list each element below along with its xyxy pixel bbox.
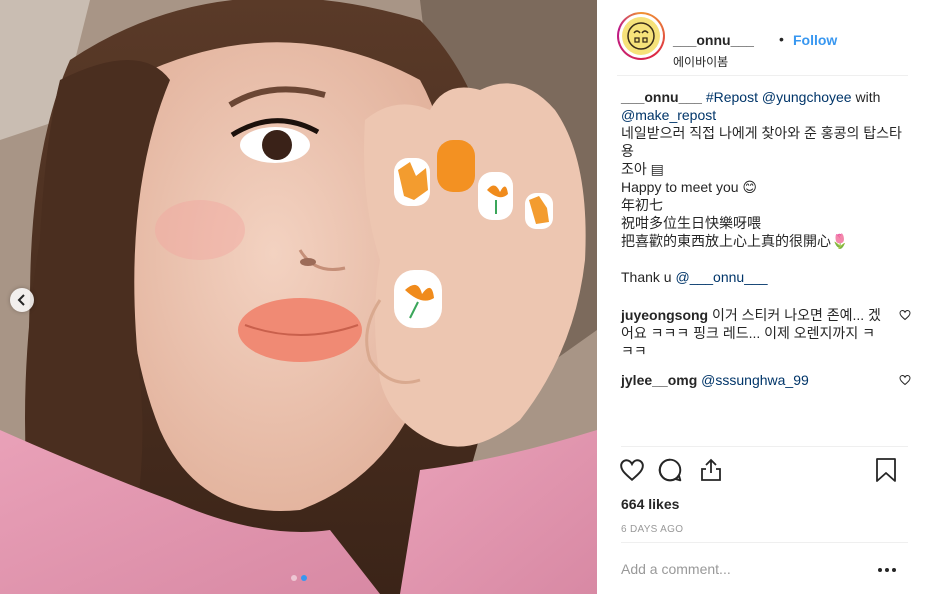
more-options-button[interactable] <box>878 561 898 579</box>
location-link[interactable]: 에이바이봄 <box>673 53 728 70</box>
comment-username[interactable]: jylee__omg <box>621 372 697 388</box>
header-username[interactable]: ___onnu___ <box>673 32 754 48</box>
caption-hashtag[interactable]: #Repost <box>706 89 758 105</box>
follow-button[interactable]: Follow <box>793 32 837 48</box>
caption-line: 祝咁多位生日快樂呀喂 <box>621 215 761 231</box>
likes-count[interactable]: 664 likes <box>621 496 679 512</box>
comment-mention[interactable]: @sssunghwa_99 <box>701 372 809 388</box>
chevron-left-icon <box>17 294 25 306</box>
comment-like-icon[interactable] <box>899 309 911 321</box>
caption-line: 조아 ▤ <box>621 161 664 177</box>
caption-line: Happy to meet you 😊 <box>621 179 757 195</box>
divider <box>621 446 908 447</box>
caption-thanks-text: Thank u <box>621 269 672 285</box>
post-caption: ___onnu___ #Repost @yungchoyee with @mak… <box>621 88 911 286</box>
caption-mention[interactable]: @___onnu___ <box>675 269 767 285</box>
post-photo[interactable] <box>0 0 597 594</box>
divider <box>621 542 908 543</box>
caption-line: 네일받으러 직접 나에게 찾아와 준 홍콩의 탑스타 용 <box>621 125 902 159</box>
comment-item: jylee__omg @sssunghwa_99 <box>621 371 911 389</box>
carousel-dot-active <box>300 575 307 581</box>
carousel-indicator <box>0 575 597 581</box>
post-details-panel: ___onnu___ • Follow 에이바이봄 ___onnu___ #Re… <box>597 0 930 594</box>
comment-username[interactable]: juyeongsong <box>621 307 708 323</box>
caption-with-text: with <box>855 89 881 105</box>
caption-line: 年初七 <box>621 197 663 213</box>
avatar[interactable] <box>617 12 665 60</box>
caption-line: 把喜歡的東西放上心上真的很開心🌷 <box>621 233 849 249</box>
caption-username[interactable]: ___onnu___ <box>621 89 702 105</box>
post-timestamp: 6 DAYS AGO <box>621 524 684 535</box>
heart-icon[interactable] <box>619 457 645 483</box>
comment-like-icon[interactable] <box>899 374 911 386</box>
post-header: ___onnu___ • Follow 에이바이봄 <box>617 12 908 76</box>
post-actions <box>619 457 909 487</box>
bookmark-icon[interactable] <box>875 457 897 483</box>
comment-icon[interactable] <box>657 457 683 483</box>
caption-mention[interactable]: @make_repost <box>621 107 716 123</box>
add-comment-input[interactable] <box>621 561 861 577</box>
selfie-image <box>0 0 597 594</box>
caption-mention[interactable]: @yungchoyee <box>762 89 852 105</box>
comment-item: juyeongsong 이거 스티커 나오면 존예... 겠어요 ㅋㅋㅋ 핑크 … <box>621 306 911 360</box>
comments-list: ___onnu___ #Repost @yungchoyee with @mak… <box>621 88 911 400</box>
share-icon[interactable] <box>699 457 723 483</box>
more-icon <box>878 568 882 572</box>
header-separator: • <box>779 31 784 47</box>
carousel-dot <box>290 575 297 581</box>
carousel-prev-button[interactable] <box>10 288 34 312</box>
avatar-logo-icon <box>627 22 655 50</box>
